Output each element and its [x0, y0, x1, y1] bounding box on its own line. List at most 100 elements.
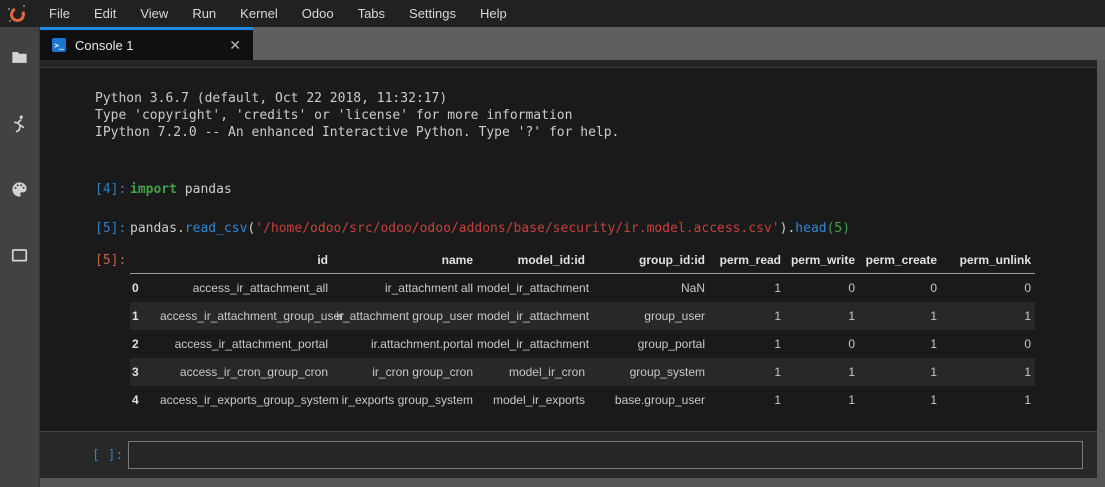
table-header: group_id:id	[589, 249, 709, 274]
console-panel: Python 3.6.7 (default, Oct 22 2018, 11:3…	[40, 68, 1097, 478]
table-row: 0access_ir_attachment_allir_attachment a…	[130, 274, 1035, 303]
table-row: 3access_ir_cron_group_cronir_cron group_…	[130, 358, 1035, 386]
table-cell: 1	[941, 386, 1035, 414]
table-cell: 0	[785, 274, 859, 303]
console-icon: >_	[52, 38, 66, 52]
table-header: perm_unlink	[941, 249, 1035, 274]
table-header: id	[160, 249, 332, 274]
row-index: 0	[130, 274, 160, 303]
input-prompt: [5]:	[40, 220, 130, 237]
python-banner: Python 3.6.7 (default, Oct 22 2018, 11:3…	[40, 90, 1097, 141]
table-cell: model_ir_attachment	[477, 274, 589, 303]
code-cell: [5]:pandas.read_csv('/home/odoo/src/odoo…	[40, 220, 1097, 237]
table-cell: base.group_user	[589, 386, 709, 414]
output-prompt: [5]:	[40, 249, 130, 269]
tab-label: Console 1	[75, 38, 229, 53]
input-prompt: [ ]:	[40, 448, 128, 463]
table-cell: 1	[859, 358, 941, 386]
menu-bar: FileEditViewRunKernelOdooTabsSettingsHel…	[0, 0, 1105, 27]
workspace: >_ Console 1 ✕ Python 3.6.7 (default, Oc…	[0, 27, 1105, 487]
table-cell: group_user	[589, 302, 709, 330]
table-cell: ir.attachment.portal	[332, 330, 477, 358]
banner-line: Type 'copyright', 'credits' or 'license'…	[40, 107, 1097, 124]
main-panel: >_ Console 1 ✕ Python 3.6.7 (default, Oc…	[40, 27, 1105, 487]
table-header: model_id:id	[477, 249, 589, 274]
input-prompt: [4]:	[40, 181, 130, 198]
menu-item-tabs[interactable]: Tabs	[346, 0, 397, 27]
table-row: 4access_ir_exports_group_systemir_export…	[130, 386, 1035, 414]
table-header: perm_read	[709, 249, 785, 274]
table-cell: access_ir_cron_group_cron	[160, 358, 332, 386]
table-cell: model_ir_attachment	[477, 302, 589, 330]
table-cell: group_system	[589, 358, 709, 386]
table-cell: 1	[941, 358, 1035, 386]
menu-item-run[interactable]: Run	[180, 0, 228, 27]
code-cell: [4]:import pandas	[40, 181, 1097, 198]
jupyter-odoo-logo-icon	[8, 4, 28, 24]
table-cell: access_ir_attachment_group_user	[160, 302, 332, 330]
table-header: perm_write	[785, 249, 859, 274]
code-input-field[interactable]	[128, 441, 1083, 469]
table-header: name	[332, 249, 477, 274]
table-cell: 1	[709, 302, 785, 330]
code-line: pandas.read_csv('/home/odoo/src/odoo/odo…	[130, 220, 850, 237]
menu-item-view[interactable]: View	[128, 0, 180, 27]
table-cell: 0	[941, 274, 1035, 303]
table-cell: NaN	[589, 274, 709, 303]
console-history: Python 3.6.7 (default, Oct 22 2018, 11:3…	[40, 68, 1097, 431]
table-cell: 0	[785, 330, 859, 358]
table-header: perm_create	[859, 249, 941, 274]
table-cell: 1	[859, 386, 941, 414]
table-cell: 1	[785, 358, 859, 386]
table-cell: model_ir_attachment	[477, 330, 589, 358]
left-activity-bar	[0, 27, 40, 487]
menu-item-help[interactable]: Help	[468, 0, 519, 27]
banner-line: IPython 7.2.0 -- An enhanced Interactive…	[40, 124, 1097, 141]
close-icon[interactable]: ✕	[229, 38, 241, 52]
table-cell: ir_attachment all	[332, 274, 477, 303]
table-cell: 1	[785, 302, 859, 330]
table-row: 2access_ir_attachment_portalir.attachmen…	[130, 330, 1035, 358]
table-cell: access_ir_attachment_all	[160, 274, 332, 303]
folder-icon[interactable]	[10, 47, 30, 67]
menu-items: FileEditViewRunKernelOdooTabsSettingsHel…	[37, 0, 519, 27]
row-index: 2	[130, 330, 160, 358]
table-cell: 1	[785, 386, 859, 414]
open-tabs-icon[interactable]	[10, 245, 30, 265]
table-cell: ir_exports group_system	[332, 386, 477, 414]
tab-console-1[interactable]: >_ Console 1 ✕	[40, 27, 253, 60]
code-cells: [4]:import pandas [5]:pandas.read_csv('/h…	[40, 181, 1097, 237]
table-cell: model_ir_exports	[477, 386, 589, 414]
table-cell: 1	[709, 358, 785, 386]
table-cell: access_ir_exports_group_system	[160, 386, 332, 414]
table-cell: 1	[941, 302, 1035, 330]
table-cell: 1	[709, 386, 785, 414]
running-man-icon[interactable]	[10, 113, 30, 133]
menu-item-file[interactable]: File	[37, 0, 82, 27]
table-cell: model_ir_cron	[477, 358, 589, 386]
table-header	[130, 249, 160, 274]
menu-item-settings[interactable]: Settings	[397, 0, 468, 27]
table-cell: 0	[941, 330, 1035, 358]
table-cell: 1	[859, 330, 941, 358]
table-header-row: idnamemodel_id:idgroup_id:idperm_readper…	[130, 249, 1035, 274]
row-index: 3	[130, 358, 160, 386]
toolbar-strip	[40, 60, 1097, 68]
tab-bar: >_ Console 1 ✕	[40, 27, 1105, 60]
palette-icon[interactable]	[10, 179, 30, 199]
banner-line: Python 3.6.7 (default, Oct 22 2018, 11:3…	[40, 90, 1097, 107]
dataframe-table: idnamemodel_id:idgroup_id:idperm_readper…	[130, 249, 1035, 414]
table-cell: 1	[859, 302, 941, 330]
table-cell: access_ir_attachment_portal	[160, 330, 332, 358]
row-index: 1	[130, 302, 160, 330]
table-cell: ir_cron group_cron	[332, 358, 477, 386]
code-line: import pandas	[130, 181, 232, 198]
table-row: 1access_ir_attachment_group_userir_attac…	[130, 302, 1035, 330]
table-cell: 1	[709, 330, 785, 358]
menu-item-odoo[interactable]: Odoo	[290, 0, 346, 27]
table-cell: group_portal	[589, 330, 709, 358]
table-cell: 0	[859, 274, 941, 303]
menu-item-kernel[interactable]: Kernel	[228, 0, 290, 27]
menu-item-edit[interactable]: Edit	[82, 0, 128, 27]
console-input-area: [ ]:	[40, 431, 1097, 478]
